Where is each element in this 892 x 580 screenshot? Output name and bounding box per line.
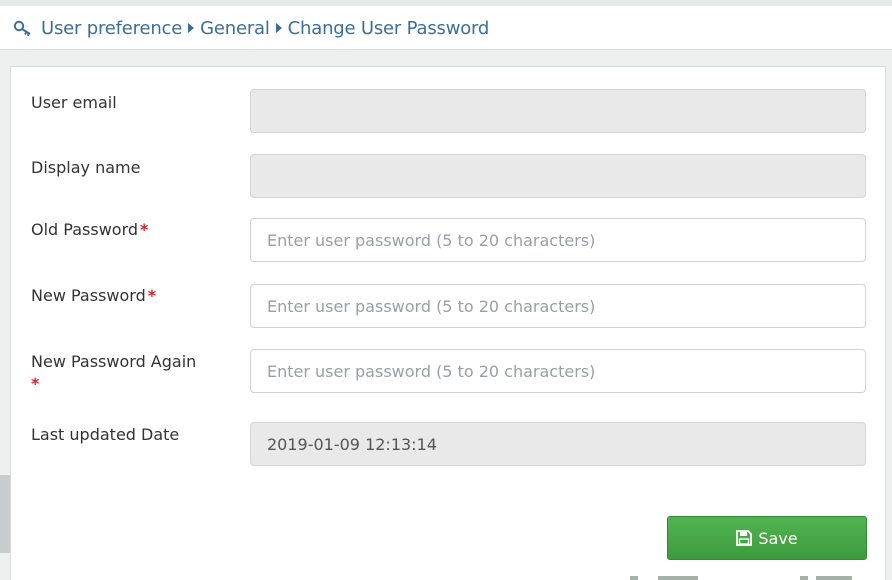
save-button[interactable]: Save — [667, 516, 867, 560]
last-updated-field — [250, 422, 866, 466]
key-icon — [13, 18, 35, 38]
required-marker: * — [31, 374, 40, 393]
fragment — [816, 576, 852, 580]
new-password-label-text: New Password — [31, 286, 146, 305]
change-password-panel: User email Display name Old Password * Ne… — [10, 66, 886, 580]
old-password-field[interactable] — [250, 218, 866, 262]
breadcrumb-change-user-password: Change User Password — [287, 17, 490, 39]
required-marker: * — [147, 286, 157, 305]
old-password-label: Old Password * — [31, 219, 231, 241]
save-button-label: Save — [758, 528, 798, 548]
display-name-field — [250, 154, 866, 198]
new-password-again-label: New Password Again * — [31, 351, 231, 395]
breadcrumb-general[interactable]: General — [200, 18, 270, 39]
floppy-disk-icon — [736, 530, 753, 546]
caret-right-icon — [182, 22, 200, 34]
new-password-field[interactable] — [250, 284, 866, 328]
old-password-label-text: Old Password — [31, 220, 139, 239]
required-marker: * — [140, 220, 149, 239]
breadcrumb: User preference General Change User Pass… — [13, 16, 489, 40]
new-password-again-field[interactable] — [250, 349, 866, 393]
breadcrumb-bar: User preference General Change User Pass… — [0, 6, 892, 50]
new-password-again-label-text: New Password Again — [31, 352, 197, 371]
fragment — [658, 576, 698, 580]
last-updated-label: Last updated Date — [31, 425, 180, 444]
caret-right-icon — [270, 22, 288, 34]
cutoff-footer-fragments — [630, 574, 870, 580]
left-edge-tab — [0, 475, 10, 553]
display-name-label: Display name — [31, 158, 141, 177]
new-password-label: New Password * — [31, 285, 231, 307]
user-email-field — [250, 89, 866, 133]
fragment — [630, 576, 638, 580]
fragment — [800, 576, 808, 580]
breadcrumb-user-preference[interactable]: User preference — [41, 18, 182, 39]
user-email-label: User email — [31, 93, 117, 112]
